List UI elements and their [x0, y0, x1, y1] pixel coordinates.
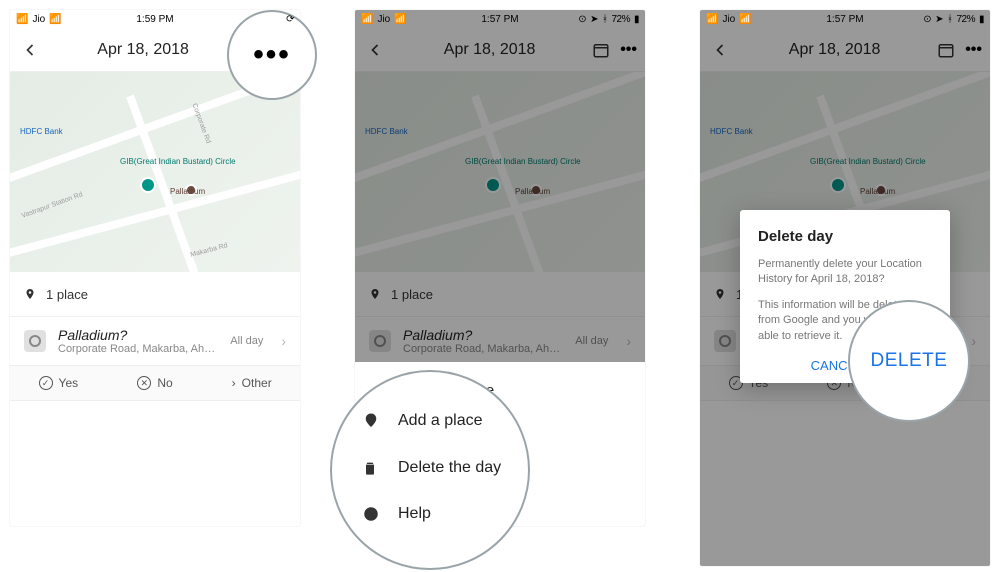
check-icon: ✓	[39, 376, 53, 390]
places-count: 1 place	[46, 287, 88, 302]
map-pin-primary[interactable]	[140, 177, 156, 193]
map-view[interactable]: HDFC Bank GIB(Great Indian Bustard) Circ…	[10, 72, 300, 272]
dialog-body-1: Permanently delete your Location History…	[758, 257, 932, 288]
yes-label: Yes	[59, 376, 79, 390]
sync-icon: ⟳	[286, 14, 294, 25]
bt-icon: ᚼ	[602, 14, 608, 25]
callout-action-sheet: Add a place Delete the day Help	[330, 370, 530, 570]
no-button[interactable]: ✕ No	[107, 366, 204, 400]
battery-icon: ▮	[634, 14, 639, 25]
wifi-icon: 📶	[49, 14, 61, 25]
poi-palladium: Palladium	[170, 187, 205, 196]
wifi-icon: 📶	[394, 14, 406, 25]
poi-circle: GIB(Great Indian Bustard) Circle	[120, 157, 236, 166]
signal-icon: 📶	[16, 14, 28, 25]
item-allday: All day	[230, 335, 263, 347]
callout-delete-button: DELETE	[848, 300, 970, 422]
place-pin-icon	[24, 286, 36, 302]
back-button[interactable]	[18, 38, 42, 62]
item-title: Palladium?	[58, 327, 218, 343]
alarm-icon: ⊙	[578, 14, 586, 25]
signal-icon: 📶	[361, 14, 373, 25]
road-label: Vastrapur Station Rd	[21, 191, 84, 220]
chevron-right-icon: ›	[281, 333, 286, 349]
no-label: No	[157, 376, 172, 390]
carrier-label: Jio	[32, 14, 45, 25]
summary-row: 1 place	[10, 272, 300, 317]
other-label: Other	[242, 376, 272, 390]
x-icon: ✕	[137, 376, 151, 390]
dialog-title: Delete day	[758, 228, 932, 245]
confirm-actions: ✓ Yes ✕ No › Other	[10, 365, 300, 401]
poi-bank: HDFC Bank	[20, 127, 63, 136]
header-date: Apr 18, 2018	[42, 41, 244, 59]
stop-icon	[24, 330, 46, 352]
chevron-right-icon: ›	[232, 376, 236, 390]
callout-more-menu: •••	[227, 10, 317, 100]
trash-icon	[362, 459, 380, 477]
help-icon	[362, 505, 380, 523]
timeline-item[interactable]: Palladium? Corporate Road, Makarba, Ahme…	[10, 317, 300, 365]
location-icon: ➤	[590, 14, 598, 25]
add-place-icon	[362, 411, 380, 431]
road-label: Makarba Rd	[190, 242, 229, 259]
item-subtitle: Corporate Road, Makarba, Ahmedabad, Guja…	[58, 343, 218, 355]
yes-button[interactable]: ✓ Yes	[10, 366, 107, 400]
carrier-label: Jio	[377, 14, 390, 25]
phone-screen-3: 📶Jio📶 1:57 PM ⊙➤ᚼ72%▮ Apr 18, 2018 ••• H…	[700, 10, 990, 566]
other-button[interactable]: › Other	[203, 366, 300, 400]
battery-label: 72%	[611, 14, 630, 25]
